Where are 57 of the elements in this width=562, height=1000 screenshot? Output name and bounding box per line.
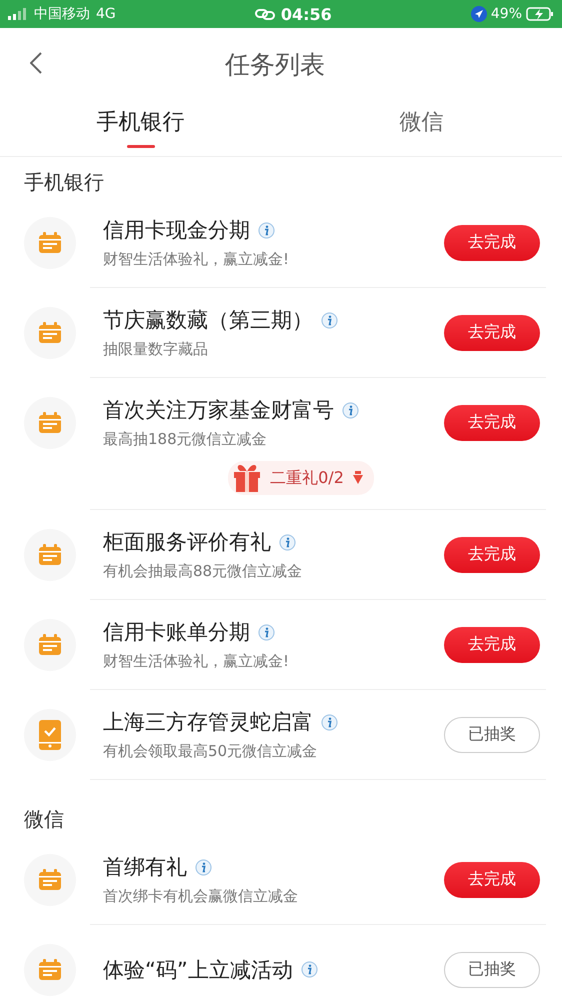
info-icon[interactable] [195, 858, 212, 876]
calendar-icon [38, 634, 62, 656]
tab[interactable]: 微信 [281, 100, 562, 156]
phone-check-icon [39, 720, 61, 750]
down-arrow-icon [352, 471, 364, 485]
calendar-icon [38, 322, 62, 344]
task-title: 首绑有礼 [103, 854, 187, 881]
drawn-button[interactable]: 已抽奖 [444, 952, 540, 988]
info-icon[interactable] [342, 402, 359, 418]
section-title: 微信 [23, 806, 65, 833]
complete-button[interactable]: 去完成 [444, 314, 540, 350]
location-icon [470, 6, 487, 22]
task-title: 信用卡现金分期 [103, 217, 250, 244]
complete-button[interactable]: 去完成 [444, 224, 540, 260]
task-title: 信用卡账单分期 [103, 619, 250, 646]
info-icon[interactable] [258, 222, 275, 238]
task-description: 最高抽188元微信立减金 [103, 430, 268, 449]
task-description: 有机会抽最高88元微信立减金 [103, 562, 304, 581]
drawn-button[interactable]: 已抽奖 [444, 716, 540, 752]
battery-percent: 49% [490, 6, 522, 22]
battery-icon [526, 7, 554, 21]
signal-icon [8, 8, 28, 20]
info-icon[interactable] [321, 714, 338, 730]
clock-time: 04:56 [280, 4, 332, 24]
task-description: 有机会领取最高50元微信立减金 [103, 742, 318, 761]
bonus-label: 二重礼0/2 [270, 468, 344, 488]
complete-button[interactable]: 去完成 [444, 404, 540, 440]
page-title: 任务列表 [225, 48, 325, 80]
task-title: 柜面服务评价有礼 [103, 529, 271, 556]
task-title: 体验“码”上立减活动 [103, 956, 293, 984]
tab[interactable]: 手机银行 [0, 100, 281, 156]
task-title: 节庆赢数藏（第三期） [103, 307, 313, 334]
task-description: 首次绑卡有机会赢微信立减金 [103, 887, 299, 906]
calendar-icon [38, 412, 62, 434]
network-type: 4G [96, 6, 116, 22]
carrier-name: 中国移动 [34, 5, 90, 23]
task-description: 抽限量数字藏品 [103, 340, 209, 359]
task-title: 上海三方存管灵蛇启富 [103, 709, 313, 736]
back-icon[interactable] [30, 52, 42, 74]
calendar-icon [38, 232, 62, 254]
calendar-icon [38, 544, 62, 566]
gift-icon [232, 463, 262, 493]
info-icon[interactable] [321, 312, 338, 328]
task-description: 财智生活体验礼，赢立减金! [103, 250, 290, 269]
link-icon [254, 8, 275, 20]
calendar-icon [38, 868, 62, 890]
complete-button[interactable]: 去完成 [444, 862, 540, 898]
calendar-icon [38, 958, 62, 980]
complete-button[interactable]: 去完成 [444, 626, 540, 662]
task-title: 首次关注万家基金财富号 [103, 397, 334, 424]
section-title: 手机银行 [23, 169, 105, 196]
info-icon[interactable] [258, 624, 275, 640]
task-description: 财智生活体验礼，赢立减金! [103, 652, 290, 671]
bonus-pill[interactable]: 二重礼0/2 [228, 461, 374, 495]
info-icon[interactable] [279, 534, 296, 550]
complete-button[interactable]: 去完成 [444, 536, 540, 572]
info-icon[interactable] [300, 961, 318, 978]
